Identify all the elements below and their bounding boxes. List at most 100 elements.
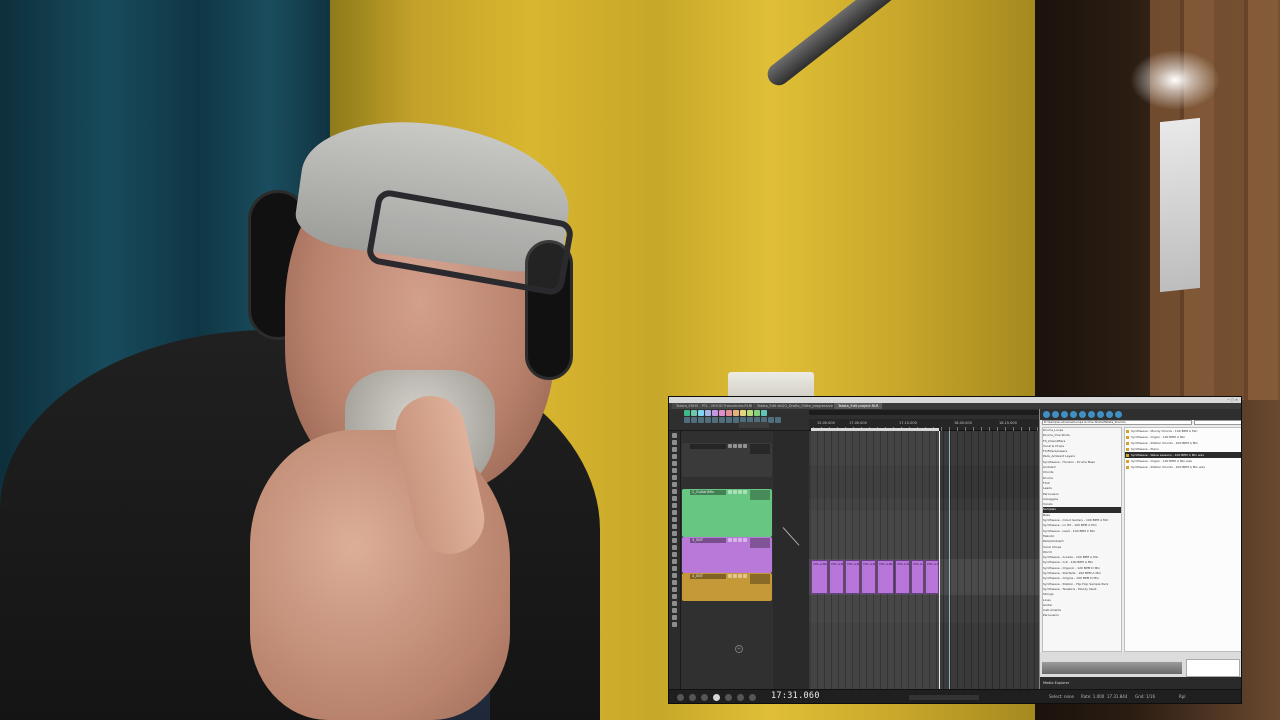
audio-item[interactable]: CHL-A-Bb	[877, 560, 894, 594]
tool-icon[interactable]	[672, 503, 677, 508]
pause-button[interactable]	[725, 694, 732, 701]
tool-icon[interactable]	[672, 524, 677, 529]
transport-bar[interactable]: 17:31.060 Select: none Rate: 1.000 17.31.8…	[669, 689, 1241, 703]
refresh-icon[interactable]	[1061, 411, 1068, 418]
media-explorer-tab[interactable]: Media Explorer	[1040, 677, 1241, 689]
preview-waveform[interactable]	[1042, 662, 1182, 674]
play-preview-icon[interactable]	[1088, 411, 1095, 418]
color-swatch-button[interactable]	[726, 410, 732, 416]
audio-item[interactable]: CHL-A-Bb	[911, 560, 924, 594]
color-swatch-button[interactable]	[705, 410, 711, 416]
go-end-button[interactable]	[749, 694, 756, 701]
path-field[interactable]: D:\Sample Libraries\Loops & One Shots\Ta…	[1042, 420, 1192, 425]
color-swatch-button[interactable]	[712, 410, 718, 416]
tool-icon[interactable]	[672, 489, 677, 494]
tool-icon[interactable]	[672, 622, 677, 627]
color-swatch-button[interactable]	[740, 410, 746, 416]
track-control-panel[interactable]: + 2_Guitar/Mix 3_SNT 4_SNT	[681, 431, 773, 689]
tool-button[interactable]	[684, 417, 690, 423]
stop-preview-icon[interactable]	[1097, 411, 1104, 418]
fx-button[interactable]	[743, 538, 747, 542]
track-header[interactable]: 3_SNT	[682, 537, 772, 573]
record-arm-button[interactable]	[728, 490, 732, 494]
solo-button[interactable]	[738, 490, 742, 494]
tool-button[interactable]	[775, 417, 781, 423]
color-swatch-button[interactable]	[719, 410, 725, 416]
audio-item[interactable]: CHL-A-Bb	[925, 560, 939, 594]
tool-icon[interactable]	[672, 475, 677, 480]
fx-button[interactable]	[743, 574, 747, 578]
file-list[interactable]: Synthwave - Moody Chords - 100 BPM A Min…	[1124, 427, 1241, 652]
go-start-button[interactable]	[677, 694, 684, 701]
loop-icon[interactable]	[1106, 411, 1113, 418]
track-buttons[interactable]	[728, 444, 747, 448]
track-buttons[interactable]	[728, 490, 747, 494]
media-toolbar[interactable]	[1040, 409, 1241, 420]
mute-button[interactable]	[733, 538, 737, 542]
tool-button[interactable]	[712, 417, 718, 423]
folder-tree[interactable]: Drums_Loops Drums_One Shots FX_Downlifters…	[1042, 427, 1122, 652]
tool-icon[interactable]	[672, 468, 677, 473]
rewind-button[interactable]	[689, 694, 696, 701]
tool-icon[interactable]	[672, 559, 677, 564]
file-list-item[interactable]: Synthwave - Station Chords - 100 BPM A M…	[1125, 464, 1241, 470]
tool-button[interactable]	[698, 417, 704, 423]
stop-button[interactable]	[737, 694, 744, 701]
tool-icon[interactable]	[672, 440, 677, 445]
record-arm-button[interactable]	[728, 444, 732, 448]
color-swatch-button[interactable]	[684, 410, 690, 416]
tool-icon[interactable]	[672, 608, 677, 613]
tool-icon[interactable]	[672, 482, 677, 487]
audio-item[interactable]: CHL-A-Bb	[829, 560, 844, 594]
track-header[interactable]: 2_Guitar/Mix	[682, 489, 772, 537]
color-swatch-button[interactable]	[691, 410, 697, 416]
tool-icon[interactable]	[672, 601, 677, 606]
back-icon[interactable]	[1043, 411, 1050, 418]
track-header[interactable]	[682, 443, 772, 477]
tool-button[interactable]	[691, 417, 697, 423]
tool-icon[interactable]	[672, 587, 677, 592]
mute-button[interactable]	[733, 490, 737, 494]
forward-icon[interactable]	[1052, 411, 1059, 418]
color-swatch-button[interactable]	[761, 410, 767, 416]
play-rate-slider[interactable]	[909, 695, 979, 700]
track-name[interactable]: 2_Guitar/Mix	[690, 490, 726, 495]
tool-icon[interactable]	[672, 594, 677, 599]
audio-item[interactable]: CHL-A-Bb	[895, 560, 910, 594]
solo-button[interactable]	[738, 444, 742, 448]
options-icon[interactable]	[1079, 411, 1086, 418]
tool-icon[interactable]	[672, 580, 677, 585]
grid-settings[interactable]	[739, 422, 769, 428]
fx-button[interactable]	[743, 490, 747, 494]
mute-button[interactable]	[733, 444, 737, 448]
daw-window[interactable]: ─ ▢ ✕ Tatata_EDHS - PTL - MOOD Trancelnt…	[668, 396, 1242, 704]
track-name[interactable]: 3_SNT	[690, 538, 726, 543]
solo-button[interactable]	[738, 574, 742, 578]
audio-item[interactable]: CHL-A-Bb	[861, 560, 876, 594]
track-name[interactable]: 4_SNT	[690, 574, 726, 579]
tool-button[interactable]	[705, 417, 711, 423]
track-buttons[interactable]	[728, 538, 747, 542]
audio-item[interactable]: CHL-A-Bb	[845, 560, 860, 594]
fx-button[interactable]	[743, 444, 747, 448]
tool-icon[interactable]	[672, 510, 677, 515]
left-toolbar[interactable]	[669, 431, 681, 689]
tool-icon[interactable]	[672, 447, 677, 452]
record-arm-button[interactable]	[728, 538, 732, 542]
color-swatch-button[interactable]	[698, 410, 704, 416]
record-button[interactable]	[701, 694, 708, 701]
tool-icon[interactable]	[672, 454, 677, 459]
track-buttons[interactable]	[728, 574, 747, 578]
track-name[interactable]	[690, 444, 726, 449]
play-button[interactable]	[713, 694, 720, 701]
tool-button[interactable]	[719, 417, 725, 423]
mute-button[interactable]	[733, 574, 737, 578]
search-input[interactable]	[1194, 420, 1241, 425]
tool-icon[interactable]	[672, 433, 677, 438]
tool-icon[interactable]	[672, 531, 677, 536]
tool-icon[interactable]	[672, 461, 677, 466]
color-swatch-button[interactable]	[747, 410, 753, 416]
top-timeline-strip[interactable]	[809, 410, 1039, 415]
tool-icon[interactable]	[672, 538, 677, 543]
track-header[interactable]: 4_SNT	[682, 573, 772, 601]
